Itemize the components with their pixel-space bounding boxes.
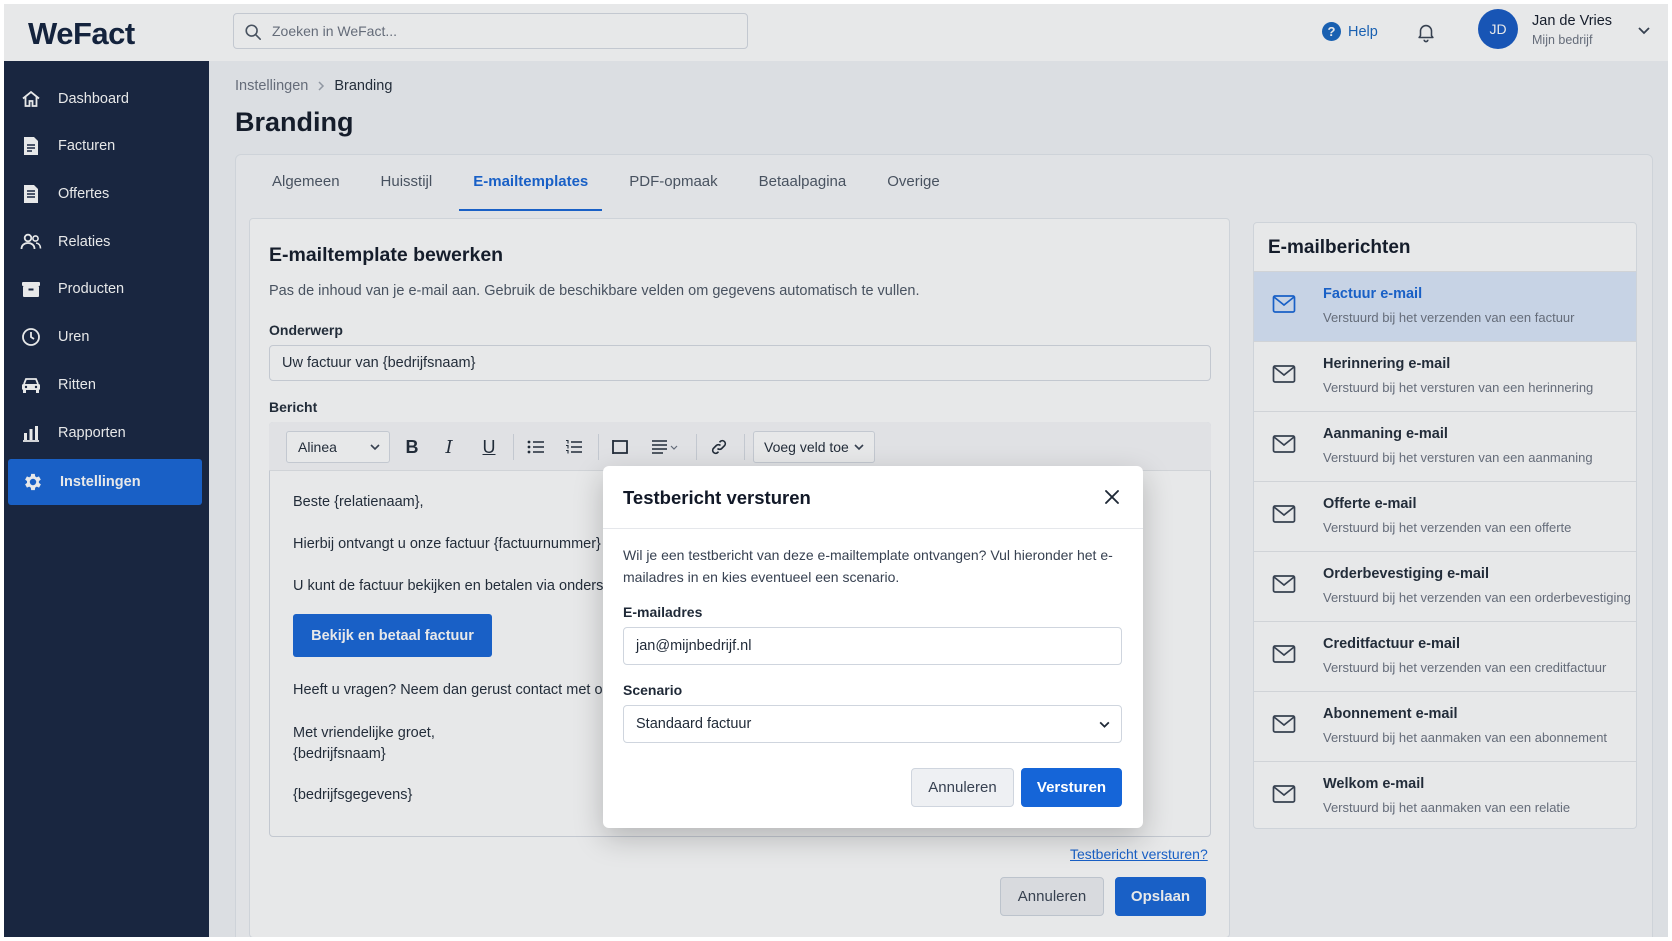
close-button[interactable] — [1101, 486, 1123, 508]
email-field[interactable]: jan@mijnbedrijf.nl — [623, 627, 1122, 665]
dialog-description: Wil je een testbericht van deze e-mailte… — [623, 547, 1113, 585]
app-window: WeFact ? Help JD Jan de Vries Mijn bedri… — [4, 4, 1668, 937]
scenario-select[interactable]: Standaard factuur — [623, 705, 1122, 743]
test-message-dialog: Testbericht versturen Wil je een testber… — [603, 466, 1143, 828]
scenario-value: Standaard factuur — [636, 716, 752, 732]
dialog-divider — [603, 528, 1143, 529]
email-label: E-mailadres — [623, 604, 703, 620]
dialog-cancel-button[interactable]: Annuleren — [911, 768, 1014, 807]
dialog-title: Testbericht versturen — [623, 487, 811, 508]
scenario-label: Scenario — [623, 682, 683, 698]
close-icon — [1105, 490, 1119, 504]
chevron-down-icon — [1099, 721, 1110, 728]
send-button[interactable]: Versturen — [1021, 768, 1122, 807]
